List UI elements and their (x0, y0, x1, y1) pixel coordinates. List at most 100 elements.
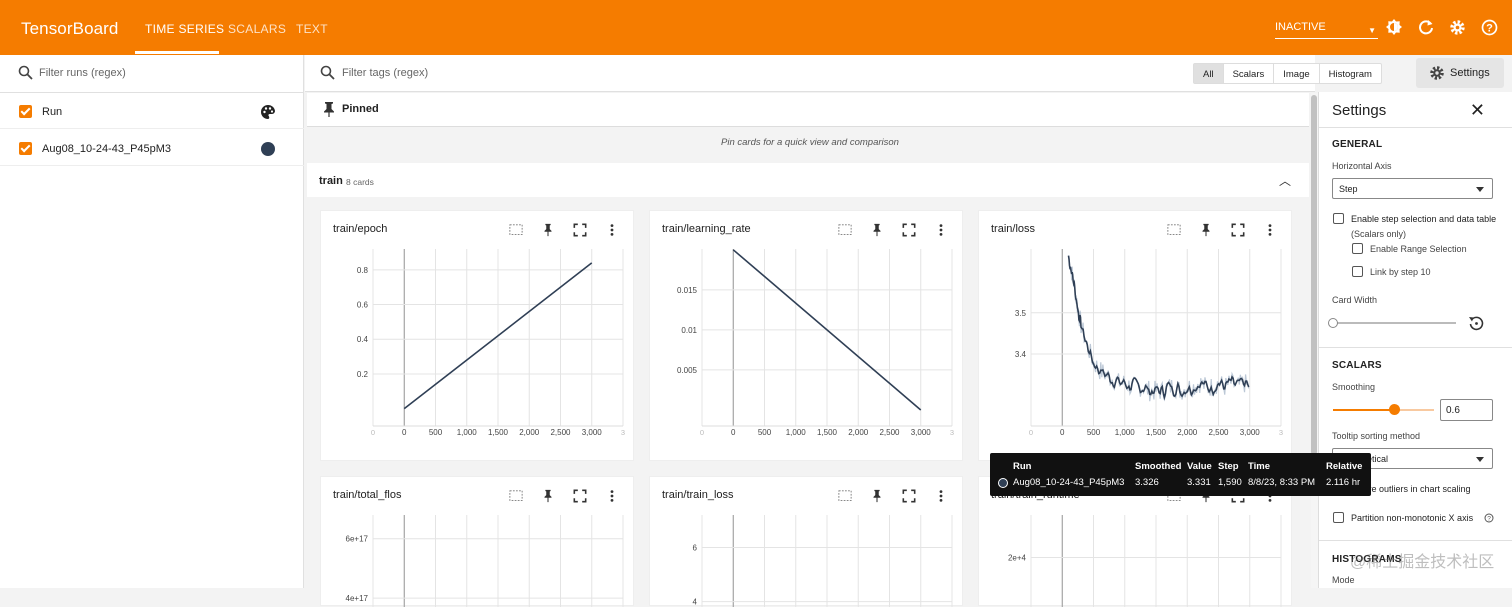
fullscreen-icon[interactable] (902, 223, 916, 237)
tooltip-header-relative: Relative (1326, 461, 1363, 472)
palette-icon[interactable] (260, 104, 276, 120)
mode-label: Mode (1332, 575, 1355, 585)
run-checkbox[interactable] (19, 105, 32, 118)
general-heading: GENERAL (1332, 139, 1383, 150)
card-width-thumb[interactable] (1328, 318, 1338, 328)
theme-icon[interactable] (1384, 17, 1404, 37)
card-title: train/train_loss (662, 489, 734, 501)
link-step-checkbox[interactable] (1352, 266, 1363, 277)
x-tick-label: 1,000 (786, 428, 807, 437)
group-header[interactable]: train 8 cards ︿ (307, 163, 1309, 197)
x-tick-label: 1,000 (457, 428, 478, 437)
tooltip-time: 8/8/23, 8:33 PM (1248, 477, 1316, 488)
enable-step-checkbox[interactable] (1333, 213, 1344, 224)
y-tick-label: 6e+17 (346, 535, 369, 544)
gear-icon[interactable] (1447, 17, 1467, 37)
x-tick-label: 3,000 (1240, 428, 1261, 437)
close-icon[interactable]: ✕ (1470, 101, 1485, 119)
enable-range-checkbox[interactable] (1352, 243, 1363, 254)
filter-all[interactable]: All (1194, 64, 1224, 83)
card-width-slider[interactable] (1336, 322, 1456, 324)
run-row: Run (0, 95, 304, 129)
chart-card: 4e+17 6e+17 train/total_flos (320, 476, 634, 607)
image-icon[interactable] (509, 223, 523, 237)
pin-icon[interactable] (1199, 223, 1213, 237)
image-icon[interactable] (838, 489, 852, 503)
x-tick-label: 3,000 (582, 428, 603, 437)
more-vert-icon[interactable] (934, 223, 948, 237)
tags-filter-input[interactable]: Filter tags (regex) (342, 67, 428, 79)
run-checkbox[interactable] (19, 142, 32, 155)
image-icon[interactable] (1167, 223, 1181, 237)
smoothing-slider[interactable] (1333, 404, 1434, 415)
run-label: Run (42, 106, 63, 118)
pin-icon[interactable] (541, 223, 555, 237)
inactive-dropdown[interactable]: INACTIVE ▼ (1275, 21, 1378, 39)
image-icon[interactable] (509, 489, 523, 503)
run-label: Aug08_10-24-43_P45pM3 (42, 143, 172, 155)
card-title: train/loss (991, 223, 1036, 235)
fullscreen-icon[interactable] (573, 489, 587, 503)
horizontal-axis-select[interactable]: Step (1332, 178, 1493, 199)
chart-plot[interactable]: 0.2 0.4 0.6 0.8 0 3 0 500 1,000 1,500 2,000 2,500 3,… (321, 211, 635, 462)
y-tick-label: 0.005 (677, 366, 698, 375)
partition-label: Partition non-monotonic X axis (1351, 513, 1474, 523)
pin-icon (324, 102, 334, 117)
search-icon (320, 65, 335, 80)
x-tick-label: 1,500 (488, 428, 509, 437)
y-tick-label: 0.01 (681, 326, 697, 335)
pinned-title: Pinned (342, 103, 379, 115)
pin-icon[interactable] (870, 489, 884, 503)
help-icon[interactable]: ? (1479, 17, 1499, 37)
pin-icon[interactable] (541, 489, 555, 503)
smoothing-input[interactable]: 0.6 (1440, 399, 1493, 421)
x-tick-label: 1,000 (1115, 428, 1136, 437)
divider (1319, 127, 1512, 128)
tab-scalars[interactable]: SCALARS (228, 22, 286, 36)
more-vert-icon[interactable] (605, 489, 619, 503)
smoothing-fill (1333, 409, 1394, 411)
tab-time-series[interactable]: TIME SERIES (145, 22, 224, 36)
settings-button-label: Settings (1450, 67, 1490, 79)
filter-image[interactable]: Image (1274, 64, 1320, 83)
filter-histogram[interactable]: Histogram (1320, 64, 1381, 83)
scrollbar[interactable] (1311, 93, 1318, 588)
more-vert-icon[interactable] (934, 489, 948, 503)
image-icon[interactable] (838, 223, 852, 237)
y-tick-label: 4e+17 (346, 594, 369, 603)
enable-step-label: Enable step selection and data table (1351, 214, 1497, 224)
help-icon[interactable]: ? (1484, 513, 1494, 523)
reset-icon[interactable] (1468, 315, 1485, 332)
tab-text[interactable]: TEXT (296, 22, 328, 36)
more-vert-icon[interactable] (605, 223, 619, 237)
fullscreen-icon[interactable] (902, 489, 916, 503)
chevron-up-icon[interactable]: ︿ (1279, 172, 1291, 189)
app-title[interactable]: TensorBoard (21, 19, 119, 39)
more-vert-icon[interactable] (1263, 223, 1277, 237)
filter-scalars[interactable]: Scalars (1224, 64, 1275, 83)
y-tick-label: 0.4 (357, 335, 369, 344)
link-step-label: Link by step 10 (1370, 267, 1431, 277)
x-tick-label: 2,500 (1208, 428, 1229, 437)
settings-panel: Settings ✕ GENERAL Horizontal Axis Step … (1318, 92, 1512, 588)
scrollbar-thumb[interactable] (1311, 95, 1317, 455)
settings-button[interactable]: Settings (1416, 58, 1504, 88)
x-tick-label: 2,000 (848, 428, 869, 437)
fullscreen-icon[interactable] (573, 223, 587, 237)
search-icon (18, 65, 33, 80)
pin-icon[interactable] (870, 223, 884, 237)
refresh-icon[interactable] (1416, 17, 1436, 37)
y-tick-label: 6 (693, 543, 698, 552)
smoothing-thumb[interactable] (1388, 404, 1400, 415)
fullscreen-icon[interactable] (1231, 223, 1245, 237)
x-tick-label: 1,500 (1146, 428, 1167, 437)
x-tick-label-faded: 0 (371, 428, 375, 437)
chart-plot[interactable]: 3.4 3.5 0 3 0 500 1,000 1,500 2,000 2,500 3,000 (979, 211, 1293, 462)
partition-checkbox[interactable] (1333, 512, 1344, 523)
run-color-swatch (998, 478, 1008, 488)
chart-plot[interactable]: 0.005 0.01 0.015 0 3 0 500 1,000 1,500 2,000 2,500… (650, 211, 964, 462)
x-tick-label-faded: 3 (621, 428, 625, 437)
runs-filter[interactable]: Filter runs (regex) (0, 55, 304, 93)
tooltip-header-value: Value (1187, 461, 1212, 472)
run-color-swatch[interactable] (261, 142, 275, 156)
